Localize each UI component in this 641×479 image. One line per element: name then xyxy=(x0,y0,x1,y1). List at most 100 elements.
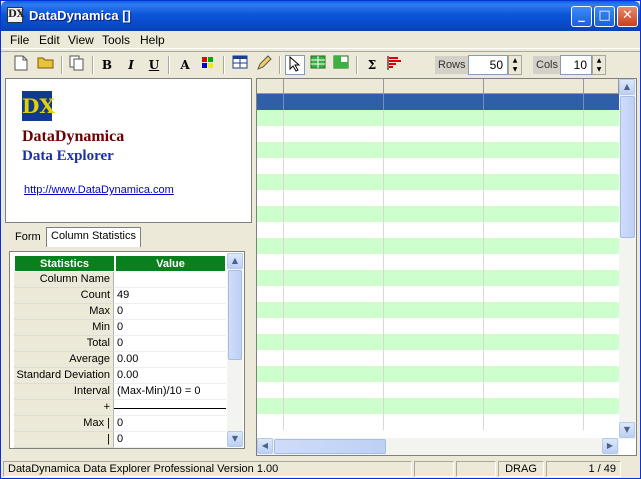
grid-horizontal-scrollbar[interactable]: ◀ ▶ xyxy=(257,438,619,455)
title-bar[interactable]: DX DataDynamica [] _ □ ✕ xyxy=(1,1,640,31)
scroll-thumb[interactable] xyxy=(228,270,242,360)
select-pointer-icon[interactable] xyxy=(285,55,305,75)
branding-panel: DX DataDynamica Data Explorer http://www… xyxy=(5,78,252,223)
status-position: 1 / 49 xyxy=(546,461,621,477)
table-icon[interactable] xyxy=(230,55,250,75)
website-link[interactable]: http://www.DataDynamica.com xyxy=(24,184,174,196)
grid-row[interactable] xyxy=(257,110,619,126)
grid-row[interactable] xyxy=(257,174,619,190)
stats-row[interactable]: Interval (Max-Min)/10 = 0 xyxy=(14,384,226,400)
grid-row[interactable] xyxy=(257,334,619,350)
palette-icon[interactable] xyxy=(198,55,218,75)
menu-tools[interactable]: Tools xyxy=(102,33,130,47)
grid-row[interactable] xyxy=(257,190,619,206)
data-grid[interactable]: ▲ ▼ ◀ ▶ xyxy=(256,78,637,456)
scroll-down-button[interactable]: ▼ xyxy=(619,422,635,438)
grid-view-icon[interactable] xyxy=(308,55,328,75)
grid-row[interactable] xyxy=(257,142,619,158)
histogram-icon[interactable] xyxy=(385,55,405,75)
sum-icon[interactable]: Σ xyxy=(362,55,382,75)
grid-row[interactable] xyxy=(257,350,619,366)
scroll-up-button[interactable]: ▲ xyxy=(227,253,243,269)
grid-row[interactable] xyxy=(257,238,619,254)
stats-row[interactable]: Average 0.00 xyxy=(14,352,226,368)
cols-input[interactable]: 10 xyxy=(560,55,592,75)
scroll-left-button[interactable]: ◀ xyxy=(257,438,273,454)
split-view-icon[interactable] xyxy=(331,55,351,75)
stats-row-value: 0 xyxy=(114,432,226,448)
grid-row[interactable] xyxy=(257,302,619,318)
menu-edit[interactable]: Edit xyxy=(39,33,60,47)
grid-row[interactable] xyxy=(257,318,619,334)
main-window: DX DataDynamica [] _ □ ✕ File Edit View … xyxy=(0,0,641,479)
stats-vertical-scrollbar[interactable]: ▲ ▼ xyxy=(227,253,243,447)
stats-row-label: Interval xyxy=(14,384,114,400)
grid-vertical-scrollbar[interactable]: ▲ ▼ xyxy=(619,79,636,439)
grid-row[interactable] xyxy=(257,158,619,174)
stats-row[interactable]: Max | 0 xyxy=(14,416,226,432)
stats-row[interactable]: Max 0 xyxy=(14,304,226,320)
bold-icon[interactable]: B xyxy=(97,55,117,75)
stats-row[interactable]: Column Name xyxy=(14,272,226,288)
tab-form[interactable]: Form xyxy=(11,229,45,247)
stats-row[interactable]: Standard Deviation 0.00 xyxy=(14,368,226,384)
scroll-right-button[interactable]: ▶ xyxy=(602,438,618,454)
grid-row[interactable] xyxy=(257,222,619,238)
stats-row[interactable]: Count 49 xyxy=(14,288,226,304)
status-panel-empty xyxy=(414,461,454,477)
status-mode: DRAG xyxy=(498,461,544,477)
rows-spinner[interactable]: ▲ ▼ xyxy=(508,55,522,75)
font-color-icon[interactable]: A xyxy=(175,55,195,75)
menu-view[interactable]: View xyxy=(68,33,94,47)
underline-icon[interactable]: U xyxy=(144,55,164,75)
grid-column-header[interactable] xyxy=(384,79,484,94)
edit-pen-icon[interactable] xyxy=(254,55,274,75)
cols-label: Cols xyxy=(533,56,562,74)
menu-file[interactable]: File xyxy=(10,33,29,47)
minimize-button[interactable]: _ xyxy=(571,6,592,27)
stats-row[interactable]: Min 0 xyxy=(14,320,226,336)
stats-row[interactable]: + xyxy=(14,400,226,416)
grid-row[interactable] xyxy=(257,382,619,398)
tab-strip: Form Column Statistics xyxy=(7,227,251,247)
grid-row[interactable] xyxy=(257,254,619,270)
toolbar: B I U A Σ Rows 50 ▲ ▼ Cols 10 ▲ ▼ xyxy=(1,51,640,77)
italic-icon[interactable]: I xyxy=(121,55,141,75)
statistics-header: Statistics Value xyxy=(14,255,226,272)
scroll-down-button[interactable]: ▼ xyxy=(227,431,243,447)
stats-row-label: Max | xyxy=(14,416,114,432)
menu-help[interactable]: Help xyxy=(140,33,165,47)
grid-column-header[interactable] xyxy=(284,79,384,94)
close-button[interactable]: ✕ xyxy=(617,6,638,27)
maximize-button[interactable]: □ xyxy=(594,6,615,27)
cols-spinner[interactable]: ▲ ▼ xyxy=(592,55,606,75)
stats-row-label: + xyxy=(14,400,114,416)
header-statistics[interactable]: Statistics xyxy=(14,255,115,272)
product-name: Data Explorer xyxy=(22,148,114,164)
grid-row[interactable] xyxy=(257,270,619,286)
open-folder-icon[interactable] xyxy=(36,55,56,75)
rows-input[interactable]: 50 xyxy=(468,55,508,75)
scroll-up-button[interactable]: ▲ xyxy=(619,79,635,95)
stats-row[interactable]: Total 0 xyxy=(14,336,226,352)
status-panel-empty xyxy=(456,461,496,477)
grid-row[interactable] xyxy=(257,206,619,222)
grid-corner[interactable] xyxy=(257,79,284,94)
scroll-thumb[interactable] xyxy=(274,439,386,454)
grid-row[interactable] xyxy=(257,414,619,430)
copy-icon[interactable] xyxy=(67,55,87,75)
stats-row[interactable]: | 0 xyxy=(14,432,226,448)
grid-row[interactable] xyxy=(257,398,619,414)
statistics-table: Statistics Value Column Name Count 49 Max 0 M… xyxy=(9,251,245,449)
tab-column-statistics[interactable]: Column Statistics xyxy=(46,227,141,247)
grid-row[interactable] xyxy=(257,126,619,142)
grid-row[interactable] xyxy=(257,286,619,302)
grid-row-selected[interactable] xyxy=(257,94,619,110)
stats-row-value: 0.00 xyxy=(114,368,226,384)
grid-column-header[interactable] xyxy=(584,79,619,94)
grid-column-header[interactable] xyxy=(484,79,584,94)
header-value[interactable]: Value xyxy=(115,255,226,272)
grid-row[interactable] xyxy=(257,366,619,382)
new-file-icon[interactable] xyxy=(11,55,31,75)
scroll-thumb[interactable] xyxy=(620,96,635,238)
